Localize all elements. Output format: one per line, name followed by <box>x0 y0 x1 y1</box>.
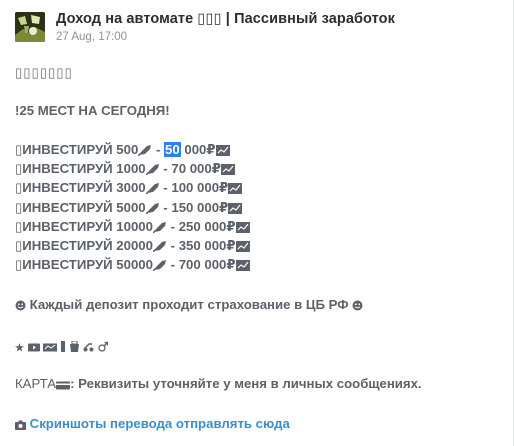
chart-icon <box>228 181 243 199</box>
offer-invest-text: ИНВЕСТИРУЙ 10000 <box>22 219 153 234</box>
offer-invest-text: ИНВЕСТИРУЙ 1000 <box>22 161 146 176</box>
headline-text: 25 МЕСТ НА СЕГОДНЯ <box>19 103 166 118</box>
rocket-icon <box>152 258 167 276</box>
offer-line: ▯ИНВЕСТИРУЙ 5000 - 150 000₽ <box>15 199 243 219</box>
card-line: КАРТА : Реквизиты уточняйте у меня в личн… <box>15 375 422 393</box>
offer-separator: - <box>159 161 172 176</box>
chart-icon <box>235 239 250 257</box>
chart-icon <box>215 143 230 161</box>
camera-icon <box>15 417 26 435</box>
exclamation-icon: ! <box>165 103 170 118</box>
offer-invest-text: ИНВЕСТИРУЙ 50000 <box>22 257 153 272</box>
offer-separator: - <box>166 257 179 272</box>
rocket-icon <box>145 162 160 180</box>
offer-separator: - <box>166 219 179 234</box>
card-text: : Реквизиты уточняйте у меня в личных со… <box>70 376 422 391</box>
offer-separator: - <box>159 180 172 195</box>
offer-return-amount: 000₽ <box>180 142 216 157</box>
emoji-row <box>15 337 109 357</box>
insurance-text: Каждый депозит проходит страхование в ЦБ… <box>29 297 349 312</box>
offer-invest-text: ИНВЕСТИРУЙ 5000 <box>22 200 146 215</box>
offer-return-amount: 150 000₽ <box>171 200 229 215</box>
headline: !25 МЕСТ НА СЕГОДНЯ! <box>15 102 170 120</box>
offer-line: ▯ИНВЕСТИРУЙ 1000 - 70 000₽ <box>15 160 235 178</box>
offer-return-amount: 700 000₽ <box>178 257 236 272</box>
offer-invest-text: ИНВЕСТИРУЙ 20000 <box>22 238 153 253</box>
post-date: 27 Aug, 17:00 <box>56 30 127 43</box>
offer-separator: - <box>166 238 179 253</box>
card-icon <box>43 339 58 357</box>
credit-card-icon <box>56 377 71 395</box>
channel-avatar[interactable] <box>15 12 45 42</box>
post-header: Доход на автомате ▯▯▯ | Пассивный зарабо… <box>15 9 395 45</box>
rocket-icon <box>152 220 167 238</box>
rocket-icon <box>145 201 160 219</box>
smile-icon <box>15 298 26 316</box>
card-label: КАРТА <box>15 376 57 391</box>
offer-line: ▯ИНВЕСТИРУЙ 500 - 50 000₽ <box>15 141 230 159</box>
offer-invest-text: ИНВЕСТИРУЙ 500 <box>22 142 139 157</box>
star-icon <box>15 339 24 357</box>
selected-text-highlight[interactable]: 50 <box>164 142 181 157</box>
chart-icon <box>235 220 250 238</box>
bag-icon <box>69 339 80 357</box>
offer-line: ▯ИНВЕСТИРУЙ 10000 - 250 000₽ <box>15 218 250 236</box>
offer-line: ▯ИНВЕСТИРУЙ 50000 - 700 000₽ <box>15 256 250 274</box>
avatar-image <box>15 12 45 42</box>
channel-title[interactable]: Доход на автомате ▯▯▯ | Пассивный зарабо… <box>56 12 395 27</box>
offer-return-amount: 100 000₽ <box>171 180 229 195</box>
offer-line: ▯ИНВЕСТИРУЙ 3000 - 100 000₽ <box>15 179 243 199</box>
rocket-icon <box>152 239 167 257</box>
insurance-line: Каждый депозит проходит страхование в ЦБ… <box>15 296 363 314</box>
decor-squares: ▯▯▯▯▯▯▯ <box>15 65 73 80</box>
scooter-icon <box>83 339 94 357</box>
offer-return-amount: 70 000₽ <box>171 161 221 176</box>
offer-separator: - <box>152 142 165 157</box>
bar-icon <box>61 339 66 357</box>
channel-post: Доход на автомате ▯▯▯ | Пассивный зарабо… <box>0 0 514 446</box>
offer-line: ▯ИНВЕСТИРУЙ 20000 - 350 000₽ <box>15 237 250 255</box>
rocket-icon <box>137 143 152 161</box>
male-sign-icon <box>98 339 109 357</box>
chart-icon <box>228 201 243 219</box>
screenshot-link[interactable]: Скриншоты перевода отправлять сюда <box>30 416 290 431</box>
chart-icon <box>235 258 250 276</box>
offer-return-amount: 250 000₽ <box>178 219 236 234</box>
screenshot-line: Скриншоты перевода отправлять сюда <box>15 415 290 433</box>
offer-return-amount: 350 000₽ <box>178 238 236 253</box>
video-icon <box>27 339 40 357</box>
rocket-icon <box>145 181 160 199</box>
offer-separator: - <box>159 200 172 215</box>
chart-icon <box>220 162 235 180</box>
smile-icon <box>352 298 363 316</box>
offer-invest-text: ИНВЕСТИРУЙ 3000 <box>22 180 146 195</box>
